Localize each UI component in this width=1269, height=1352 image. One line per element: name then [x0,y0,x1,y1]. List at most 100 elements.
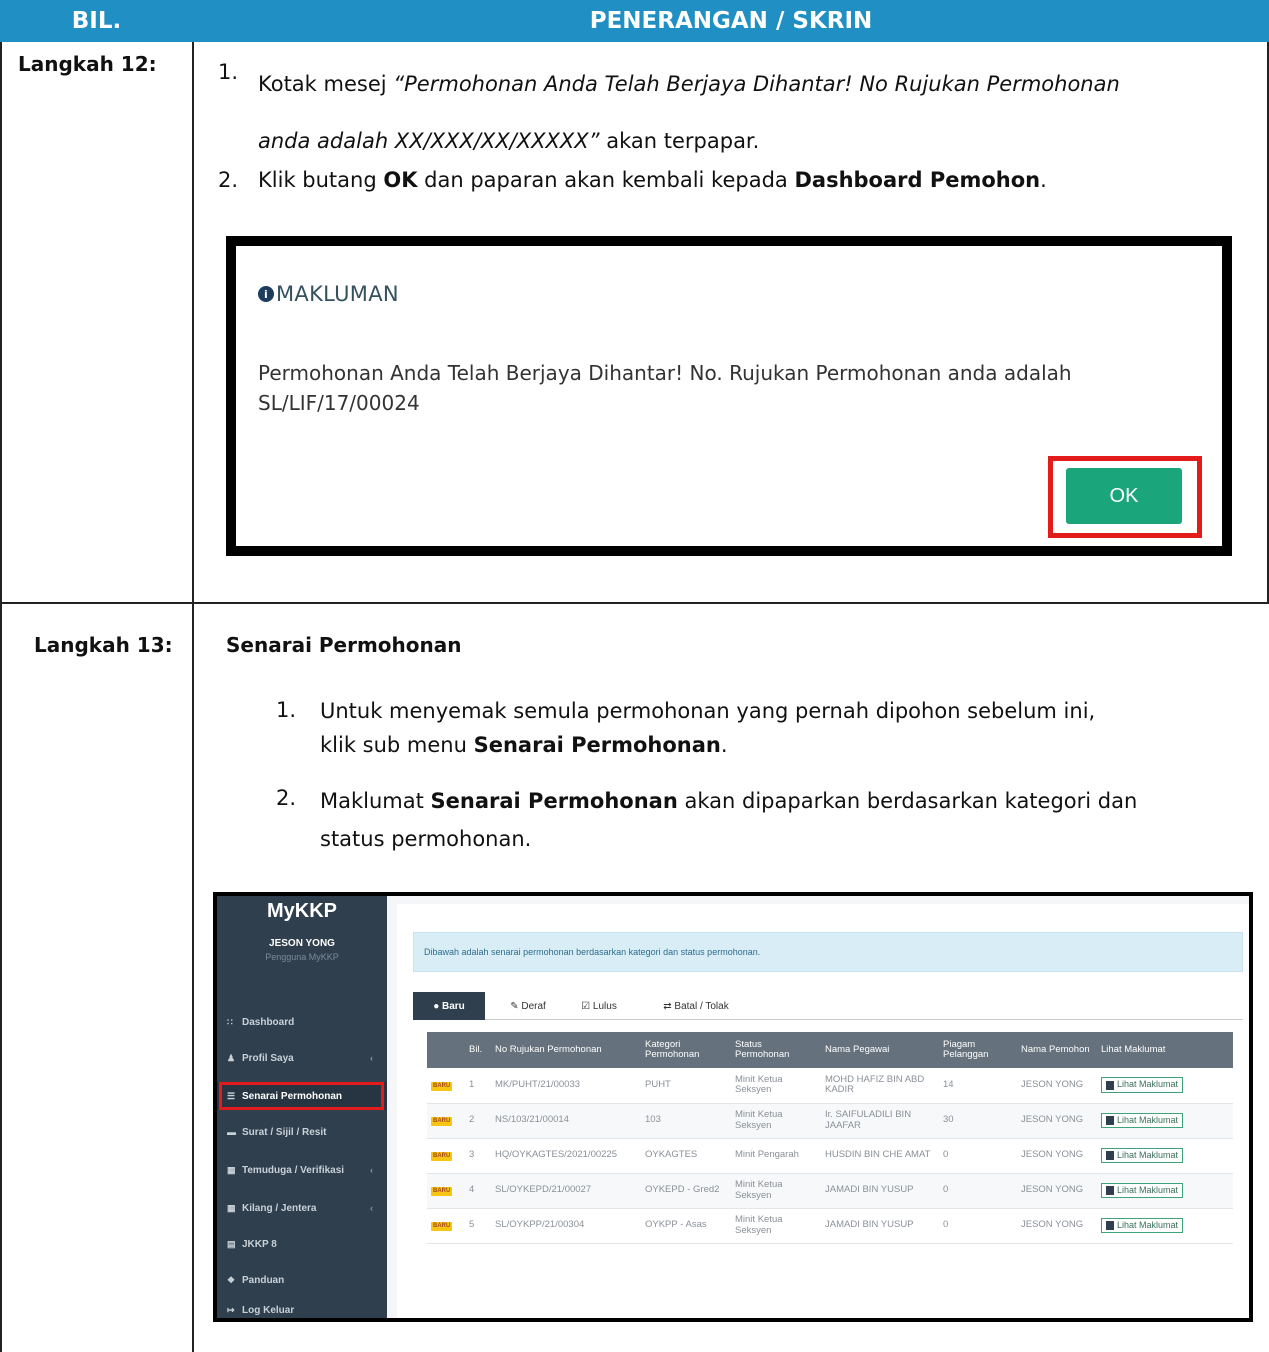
tab-deraf[interactable]: ✎ Deraf [493,992,563,1020]
info-icon: ❖ [227,1274,236,1285]
cell-piagam: 0 [939,1173,1017,1209]
makluman-dialog: i MAKLUMAN Permohonan Anda Telah Berjaya… [226,236,1232,556]
row-divider [0,602,1269,604]
chevron-left-icon: ‹ [370,1053,373,1063]
cell-no-rujukan: SL/OYKPP/21/00304 [491,1208,641,1244]
cell-kategori: OYKPP - Asas [641,1208,731,1244]
report-icon: ▤ [227,1238,236,1249]
lihat-maklumat-button[interactable]: Lihat Maklumat [1101,1077,1184,1094]
document-icon [1106,1185,1114,1195]
sidebar-item-kilang[interactable]: ▦ Kilang / Jentera ‹ [217,1194,387,1222]
calendar-icon: ▦ [227,1164,236,1175]
cell-kategori: OYKEPD - Gred2 [641,1173,731,1209]
col-kategori: Kategori Permohonan [641,1032,731,1068]
border-left [0,42,2,1352]
cell-nama-pemohon: JESON YONG [1017,1173,1097,1209]
cell-bil: 2 [465,1103,491,1139]
logout-icon: ↦ [227,1304,235,1315]
cell-no-rujukan: HQ/OYKAGTES/2021/00225 [491,1138,641,1174]
cell-nama-pemohon: JESON YONG [1017,1208,1097,1244]
table-row: BARU 3 HQ/OYKAGTES/2021/00225 OYKAGTES M… [427,1138,1233,1174]
step12-item1-number: 1. [218,60,239,84]
status-badge: BARU [431,1222,453,1231]
lihat-maklumat-button[interactable]: Lihat Maklumat [1101,1182,1184,1199]
sidebar: MyKKP JESON YONG Pengguna MyKKP ∷ Dashbo… [217,896,387,1318]
sidebar-item-panduan[interactable]: ❖ Panduan [217,1266,387,1294]
document-table: BIL. PENERANGAN / SKRIN Langkah 12: 1. K… [0,0,1269,1352]
cell-nama-pegawai: HUSDIN BIN CHE AMAT [821,1138,939,1174]
sidebar-item-dashboard[interactable]: ∷ Dashboard [217,1008,387,1036]
calendar-icon: ▦ [227,1202,236,1213]
main-content: Dibawah adalah senarai permohonan berdas… [397,904,1249,1318]
table-row: BARU 2 NS/103/21/00014 103 Minit Ketua S… [427,1103,1233,1139]
tab-baru[interactable]: ● Baru [413,992,485,1020]
sidebar-item-surat[interactable]: ▬ Surat / Sijil / Resit [217,1118,387,1146]
folder-icon: ▬ [227,1127,236,1137]
dialog-title-text: MAKLUMAN [276,282,399,306]
cell-status: Minit Pengarah [731,1138,821,1174]
cell-status: Minit Ketua Seksyen [731,1208,821,1244]
col-badge [427,1032,465,1068]
cell-nama-pemohon: JESON YONG [1017,1103,1097,1139]
col-nama-pegawai: Nama Pegawai [821,1032,939,1068]
info-alert: Dibawah adalah senarai permohonan berdas… [413,932,1243,972]
cell-bil: 1 [465,1068,491,1104]
document-icon [1106,1080,1114,1090]
cell-piagam: 14 [939,1068,1017,1104]
step13-item2-text: Maklumat Senarai Permohonan akan dipapar… [320,789,1138,851]
status-badge: BARU [431,1187,453,1196]
step13-heading: Senarai Permohonan [226,633,462,657]
cell-nama-pemohon: JESON YONG [1017,1138,1097,1174]
cell-no-rujukan: SL/OYKEPD/21/00027 [491,1173,641,1209]
step12-item2-text: Klik butang OK dan paparan akan kembali … [258,168,1047,192]
cell-piagam: 0 [939,1208,1017,1244]
document-icon [1106,1150,1114,1160]
tab-batal-tolak[interactable]: ⇄ Batal / Tolak [641,992,751,1020]
table-row: BARU 4 SL/OYKEPD/21/00027 OYKEPD - Gred2… [427,1173,1233,1209]
col-bil: Bil. [465,1032,491,1068]
cell-status: Minit Ketua Seksyen [731,1103,821,1139]
dashboard-icon: ∷ [227,1016,233,1027]
cell-kategori: OYKAGTES [641,1138,731,1174]
document-icon [1106,1220,1114,1230]
step13-label: Langkah 13: [34,633,173,657]
cell-bil: 5 [465,1208,491,1244]
cell-no-rujukan: NS/103/21/00014 [491,1103,641,1139]
lihat-maklumat-button[interactable]: Lihat Maklumat [1101,1147,1184,1164]
header-bil: BIL. [0,0,193,42]
sidebar-item-log-keluar[interactable]: ↦ Log Keluar [217,1296,387,1318]
col-nama-pemohon: Nama Pemohon [1017,1032,1097,1068]
status-badge: BARU [431,1152,453,1161]
document-icon [1106,1115,1114,1125]
chevron-left-icon: ‹ [370,1165,373,1175]
cell-bil: 3 [465,1138,491,1174]
cell-nama-pegawai: Ir. SAIFULADILI BIN JAAFAR [821,1103,939,1139]
step12-item2-number: 2. [218,168,239,192]
dialog-message: Permohonan Anda Telah Berjaya Dihantar! … [258,361,1072,415]
step13-item2-number: 2. [276,786,297,810]
cell-no-rujukan: MK/PUHT/21/00033 [491,1068,641,1104]
mykkp-screenshot: MyKKP JESON YONG Pengguna MyKKP ∷ Dashbo… [213,892,1253,1322]
cell-nama-pegawai: JAMADI BIN YUSUP [821,1173,939,1209]
cell-status: Minit Ketua Seksyen [731,1173,821,1209]
ok-button[interactable]: OK [1066,468,1182,524]
table-row: BARU 1 MK/PUHT/21/00033 PUHT Minit Ketua… [427,1068,1233,1104]
sidebar-item-jkkp8[interactable]: ▤ JKKP 8 [217,1230,387,1258]
col-status: Status Permohonan [731,1032,821,1068]
sidebar-item-temuduga[interactable]: ▦ Temuduga / Verifikasi ‹ [217,1156,387,1184]
step13-item1-text: Untuk menyemak semula permohonan yang pe… [320,699,1096,757]
sidebar-item-profil[interactable]: ♟ Profil Saya ‹ [217,1044,387,1072]
user-name: JESON YONG [269,938,335,949]
step12-item1-text: Kotak mesej “Permohonan Anda Telah Berja… [258,72,1120,153]
cell-nama-pegawai: JAMADI BIN YUSUP [821,1208,939,1244]
tab-lulus[interactable]: ☑ Lulus [565,992,633,1020]
cell-piagam: 0 [939,1138,1017,1174]
permohonan-table: Bil. No Rujukan Permohonan Kategori Perm… [427,1032,1233,1244]
col-no-rujukan: No Rujukan Permohonan [491,1032,641,1068]
lihat-maklumat-button[interactable]: Lihat Maklumat [1101,1112,1184,1129]
lihat-maklumat-button[interactable]: Lihat Maklumat [1101,1217,1184,1234]
header-penerangan: PENERANGAN / SKRIN [193,0,1269,42]
col-lihat: Lihat Maklumat [1097,1032,1233,1068]
cell-nama-pemohon: JESON YONG [1017,1068,1097,1104]
info-icon: i [258,286,274,302]
